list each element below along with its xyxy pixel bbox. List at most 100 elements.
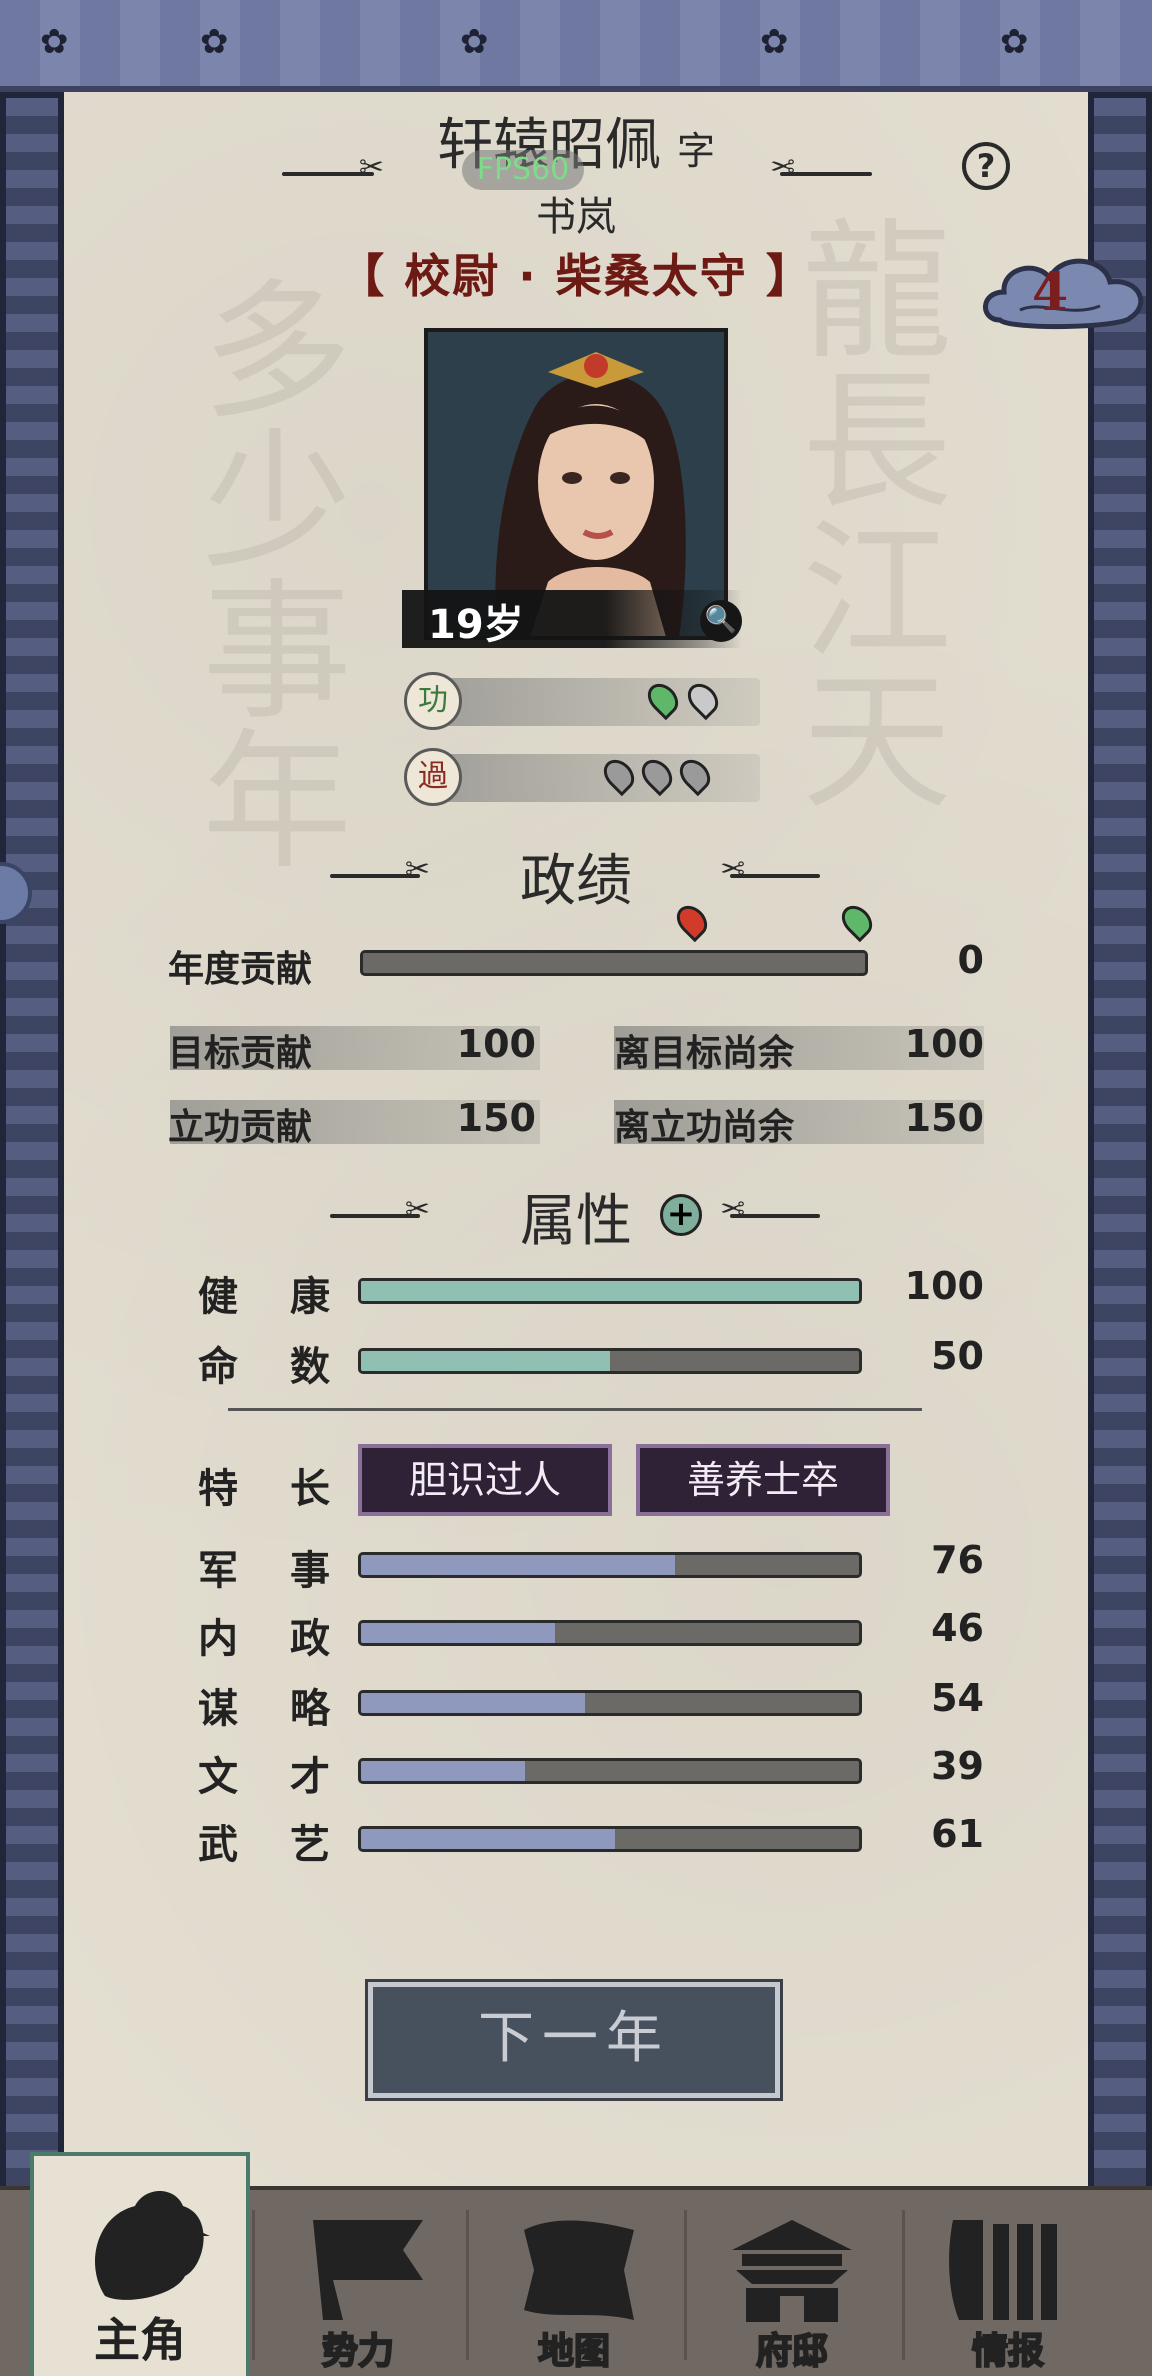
trait-label-char: 长 bbox=[290, 1466, 330, 1512]
mansion-icon bbox=[732, 2220, 852, 2322]
stat-bar-fill bbox=[361, 1829, 615, 1849]
remaining-merit-label: 离立功尚余 bbox=[614, 1107, 795, 1148]
remaining-target-label: 离目标尚余 bbox=[614, 1033, 795, 1074]
stat-label-char: 略 bbox=[290, 1686, 330, 1732]
stat-value: 61 bbox=[931, 1812, 984, 1856]
scroll-icon bbox=[949, 2220, 1057, 2320]
target-marker-icon bbox=[671, 899, 714, 943]
stat-label-char: 谋 bbox=[198, 1686, 238, 1732]
stat-bar-fill bbox=[361, 1623, 556, 1643]
annual-contribution-label: 年度贡献 bbox=[168, 949, 313, 990]
merit-marker-icon bbox=[835, 899, 879, 943]
courtesy-name: 书岚 bbox=[536, 194, 616, 240]
flower-decor-icon: ✿ bbox=[1000, 22, 1029, 62]
health-value: 100 bbox=[904, 1264, 984, 1308]
fate-label-char: 数 bbox=[290, 1344, 330, 1390]
fate-bar-fill bbox=[361, 1351, 610, 1371]
remaining-target-value: 100 bbox=[904, 1022, 984, 1066]
add-attribute-button[interactable]: + bbox=[660, 1194, 702, 1236]
fate-value: 50 bbox=[931, 1334, 984, 1378]
health-label: 健康 bbox=[198, 1264, 330, 1322]
scissor-divider-right bbox=[780, 172, 872, 176]
stat-label: 谋略 bbox=[198, 1676, 330, 1734]
trait-badge[interactable]: 善养士卒 bbox=[636, 1444, 890, 1516]
magnifier-icon: 🔍 bbox=[704, 605, 738, 635]
stat-label-char: 才 bbox=[290, 1754, 330, 1800]
nav-mansion[interactable]: 府邸 bbox=[684, 2190, 900, 2376]
health-bar bbox=[358, 1278, 862, 1304]
right-frame-border bbox=[1088, 92, 1152, 2192]
merit-icon: 功 bbox=[404, 672, 462, 730]
calligraphy-watermark: 多少事年 bbox=[176, 272, 351, 872]
stat-value: 76 bbox=[931, 1538, 984, 1582]
stat-label-char: 文 bbox=[198, 1754, 238, 1800]
target-contribution-label: 目标贡献 bbox=[168, 1033, 313, 1074]
nav-protagonist[interactable]: 主角 bbox=[30, 2152, 250, 2376]
target-contribution-value: 100 bbox=[456, 1022, 536, 1066]
help-button[interactable]: ? bbox=[962, 142, 1010, 190]
cloud-badge[interactable]: 4 bbox=[980, 248, 1152, 344]
stat-bar-fill bbox=[361, 1555, 675, 1575]
merit-contribution-value: 150 bbox=[456, 1096, 536, 1140]
health-bar-fill bbox=[361, 1281, 859, 1301]
remaining-merit-value: 150 bbox=[904, 1096, 984, 1140]
nav-label: 主角 bbox=[94, 2313, 186, 2367]
nav-faction[interactable]: 势力 bbox=[250, 2190, 466, 2376]
flower-decor-icon: ✿ bbox=[760, 22, 789, 62]
stat-label-char: 事 bbox=[290, 1548, 330, 1594]
health-label-char: 康 bbox=[290, 1274, 330, 1320]
map-icon bbox=[524, 2220, 634, 2320]
stat-bar bbox=[358, 1620, 862, 1646]
general-head-icon bbox=[95, 2191, 210, 2300]
annual-contribution-value: 0 bbox=[957, 938, 984, 982]
next-year-button[interactable]: 下一年 bbox=[365, 1979, 783, 2101]
stat-bar bbox=[358, 1552, 862, 1578]
stat-value: 46 bbox=[931, 1606, 984, 1650]
zi-label: 字 bbox=[676, 129, 715, 173]
left-frame-border bbox=[0, 92, 64, 2192]
stat-label-char: 军 bbox=[198, 1548, 238, 1594]
stat-bar bbox=[358, 1758, 862, 1784]
stat-label: 武艺 bbox=[198, 1812, 330, 1870]
annual-contribution-bar bbox=[360, 950, 868, 976]
nav-intel[interactable]: 情报 bbox=[900, 2190, 1116, 2376]
bottom-nav-bar: 主角 势力 地图 府邸 情报 bbox=[0, 2152, 1152, 2376]
nav-map[interactable]: 地图 bbox=[466, 2190, 682, 2376]
nav-label: 势力 bbox=[321, 2330, 395, 2373]
health-label-char: 健 bbox=[198, 1274, 238, 1320]
stat-label-char: 政 bbox=[290, 1616, 330, 1662]
stat-label-char: 艺 bbox=[290, 1822, 330, 1868]
zoom-portrait-button[interactable]: 🔍 bbox=[700, 600, 742, 642]
stat-value: 39 bbox=[931, 1744, 984, 1788]
section-divider bbox=[228, 1408, 922, 1411]
performance-title: 政绩 bbox=[520, 849, 632, 914]
nav-label: 府邸 bbox=[755, 2330, 829, 2373]
trait-label: 特长 bbox=[198, 1456, 330, 1514]
nav-label: 地图 bbox=[537, 2330, 611, 2373]
flower-decor-icon: ✿ bbox=[200, 22, 229, 62]
fate-bar bbox=[358, 1348, 862, 1374]
stat-label: 文才 bbox=[198, 1744, 330, 1802]
attributes-title-text: 属性 bbox=[520, 1189, 632, 1254]
age-label: 19岁 bbox=[428, 602, 524, 648]
flower-decor-icon: ✿ bbox=[460, 22, 489, 62]
nav-label: 情报 bbox=[971, 2330, 1045, 2373]
stat-label-char: 内 bbox=[198, 1616, 238, 1662]
top-decor-banner: ✿ ✿ ✿ ✿ ✿ bbox=[0, 0, 1152, 92]
stat-bar-fill bbox=[361, 1761, 526, 1781]
stat-label-char: 武 bbox=[198, 1822, 238, 1868]
demerit-icon: 過 bbox=[404, 748, 462, 806]
fate-label-char: 命 bbox=[198, 1344, 238, 1390]
stat-bar bbox=[358, 1826, 862, 1852]
stat-value: 54 bbox=[931, 1676, 984, 1720]
stat-label: 军事 bbox=[198, 1538, 330, 1596]
stat-label: 内政 bbox=[198, 1606, 330, 1664]
trait-label-char: 特 bbox=[198, 1466, 238, 1512]
trait-badge[interactable]: 胆识过人 bbox=[358, 1444, 612, 1516]
flag-icon bbox=[313, 2220, 423, 2320]
stat-bar bbox=[358, 1690, 862, 1716]
flower-decor-icon: ✿ bbox=[40, 22, 69, 62]
cloud-badge-count: 4 bbox=[1032, 262, 1069, 323]
fate-label: 命数 bbox=[198, 1334, 330, 1392]
stat-bar-fill bbox=[361, 1693, 586, 1713]
